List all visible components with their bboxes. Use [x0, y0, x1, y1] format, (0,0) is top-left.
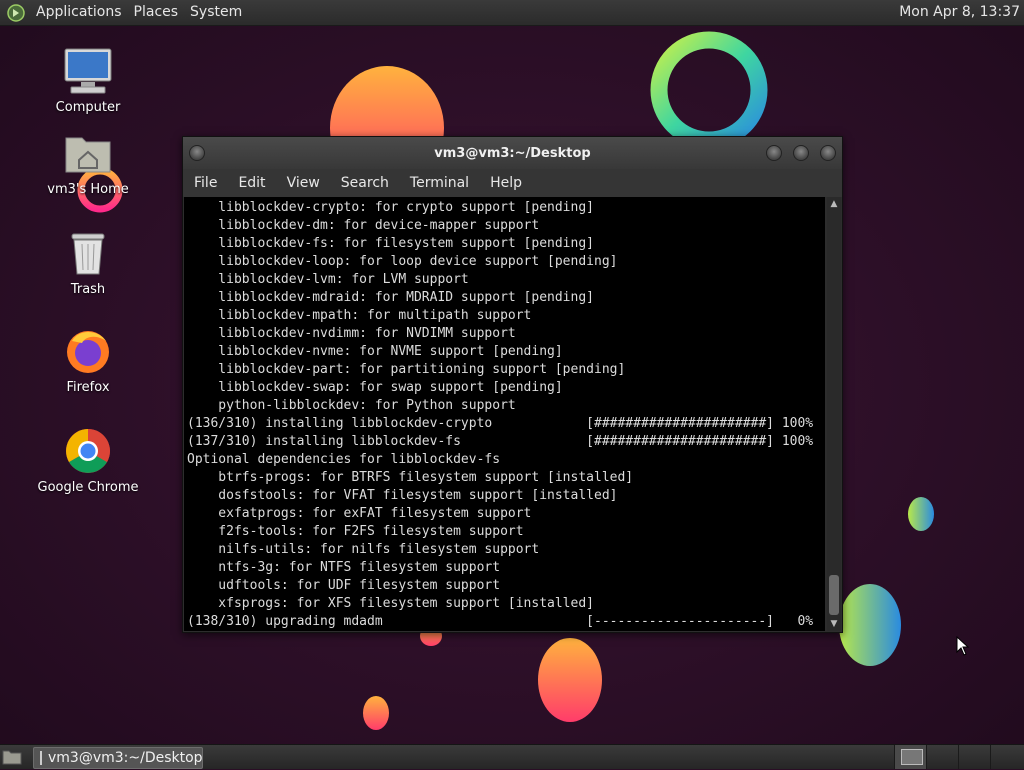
scroll-down-arrow-icon[interactable]: ▼ [827, 617, 841, 631]
maximize-button[interactable] [793, 145, 809, 161]
taskbar-window-label: vm3@vm3:~/Desktop [48, 750, 203, 766]
terminal-line: udftools: for UDF filesystem support [187, 578, 501, 593]
terminal-line: Optional dependencies for libblockdev-fs [187, 452, 501, 467]
terminal-line: libblockdev-fs: for filesystem support [… [187, 236, 594, 251]
menu-file[interactable]: File [194, 175, 217, 191]
desktop-icon-home[interactable]: vm3's Home [28, 128, 148, 197]
menu-view[interactable]: View [287, 175, 320, 191]
desktop-icon-trash[interactable]: Trash [28, 228, 148, 297]
desktop-icon-label: Google Chrome [37, 480, 139, 495]
firefox-icon [63, 326, 113, 376]
terminal-line: libblockdev-crypto: for crypto support [… [187, 200, 594, 215]
terminal-menubar: File Edit View Search Terminal Help [183, 169, 842, 197]
terminal-line: f2fs-tools: for F2FS filesystem support [187, 524, 524, 539]
desktop-icon-chrome[interactable]: Google Chrome [28, 426, 148, 495]
desktop-icon-firefox[interactable]: Firefox [28, 326, 148, 395]
show-desktop-icon[interactable] [2, 748, 22, 766]
terminal-line: libblockdev-lvm: for LVM support [187, 272, 469, 287]
terminal-line: libblockdev-mpath: for multipath support [187, 308, 532, 323]
mouse-cursor-icon [956, 636, 970, 656]
terminal-line: libblockdev-dm: for device-mapper suppor… [187, 218, 540, 233]
close-button[interactable] [820, 145, 836, 161]
terminal-text: libblockdev-crypto: for crypto support [… [184, 197, 825, 631]
minimize-button[interactable] [766, 145, 782, 161]
terminal-line: libblockdev-loop: for loop device suppor… [187, 254, 618, 269]
computer-icon [63, 46, 113, 96]
menu-edit[interactable]: Edit [238, 175, 265, 191]
terminal-scrollbar[interactable]: ▲ ▼ [827, 197, 841, 631]
desktop-icon-label: Computer [55, 100, 121, 115]
menu-help[interactable]: Help [490, 175, 522, 191]
terminal-line: libblockdev-part: for partitioning suppo… [187, 362, 626, 377]
workspace-3[interactable] [958, 745, 991, 769]
terminal-line: btrfs-progs: for BTRFS filesystem suppor… [187, 470, 634, 485]
window-menu-icon[interactable] [189, 145, 205, 161]
terminal-line: libblockdev-mdraid: for MDRAID support [… [187, 290, 594, 305]
places-menu[interactable]: Places [131, 0, 188, 25]
terminal-line: (136/310) installing libblockdev-crypto … [187, 416, 814, 431]
workspace-2[interactable] [926, 745, 959, 769]
desktop-icon-label: Trash [70, 282, 106, 297]
bottom-panel: vm3@vm3:~/Desktop [0, 744, 1024, 769]
top-panel: Applications Places System Mon Apr 8, 13… [0, 0, 1024, 26]
taskbar-window-button[interactable]: vm3@vm3:~/Desktop [33, 747, 203, 769]
scroll-up-arrow-icon[interactable]: ▲ [827, 197, 841, 211]
desktop-icon-computer[interactable]: Computer [28, 46, 148, 115]
terminal-line: dosfstools: for VFAT filesystem support … [187, 488, 618, 503]
desktop-icon-label: Firefox [66, 380, 110, 395]
home-folder-icon [63, 128, 113, 178]
mate-logo-icon[interactable] [5, 2, 27, 24]
terminal-window[interactable]: vm3@vm3:~/Desktop File Edit View Search … [182, 136, 843, 633]
chrome-icon [63, 426, 113, 476]
terminal-icon [40, 751, 42, 765]
scrollbar-thumb[interactable] [829, 575, 839, 615]
terminal-line: python-libblockdev: for Python support [187, 398, 516, 413]
menu-search[interactable]: Search [341, 175, 389, 191]
menu-terminal[interactable]: Terminal [410, 175, 469, 191]
workspace-4[interactable] [990, 745, 1023, 769]
trash-icon [63, 228, 113, 278]
workspace-window-preview [901, 749, 923, 765]
terminal-line: libblockdev-nvdimm: for NVDIMM support [187, 326, 516, 341]
desktop-icon-label: vm3's Home [47, 182, 129, 197]
terminal-line: (137/310) installing libblockdev-fs [###… [187, 434, 814, 449]
terminal-line: ntfs-3g: for NTFS filesystem support [187, 560, 501, 575]
system-menu[interactable]: System [187, 0, 251, 25]
terminal-line: (138/310) upgrading mdadm [-------------… [187, 614, 814, 629]
window-title: vm3@vm3:~/Desktop [434, 145, 591, 161]
terminal-line: libblockdev-swap: for swap support [pend… [187, 380, 563, 395]
terminal-line: nilfs-utils: for nilfs filesystem suppor… [187, 542, 540, 557]
terminal-line: exfatprogs: for exFAT filesystem support [187, 506, 532, 521]
window-titlebar[interactable]: vm3@vm3:~/Desktop [183, 137, 842, 169]
terminal-line: libblockdev-nvme: for NVME support [pend… [187, 344, 563, 359]
applications-menu[interactable]: Applications [33, 0, 131, 25]
terminal-output[interactable]: libblockdev-crypto: for crypto support [… [184, 197, 825, 631]
clock[interactable]: Mon Apr 8, 13:37 [899, 0, 1020, 25]
terminal-line: xfsprogs: for XFS filesystem support [in… [187, 596, 594, 611]
workspace-1[interactable] [894, 745, 927, 769]
